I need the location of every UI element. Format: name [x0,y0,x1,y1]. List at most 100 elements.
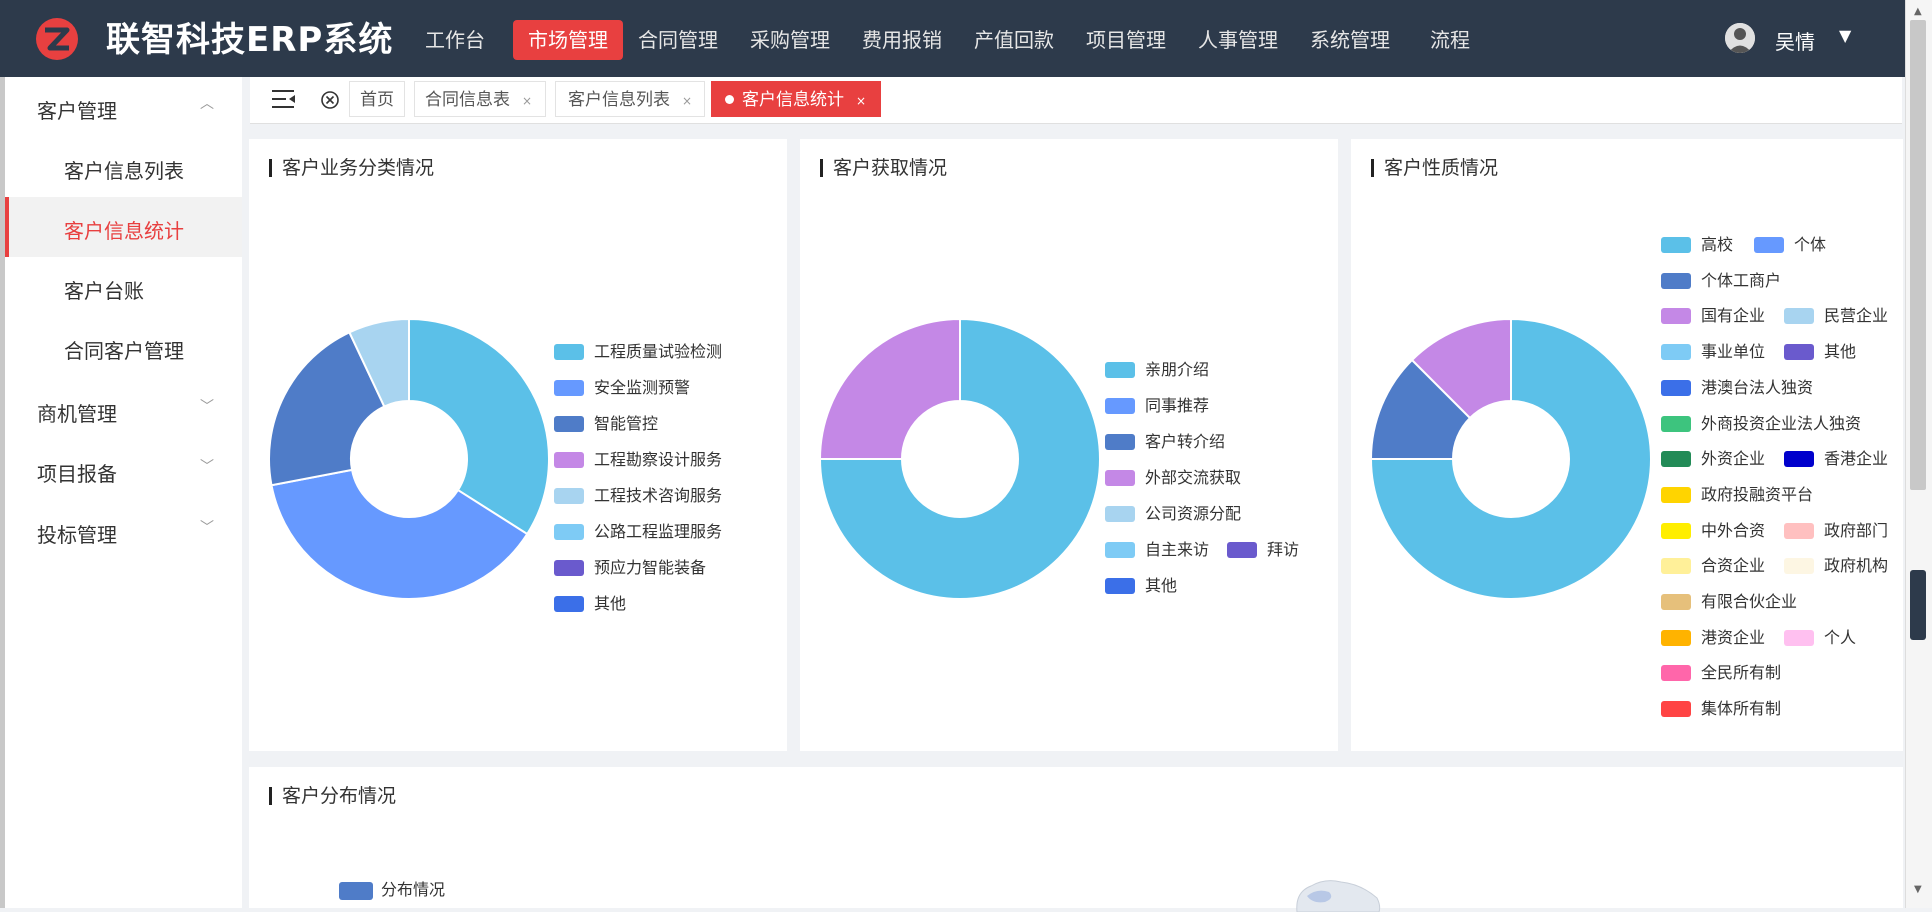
close-all-tabs-icon[interactable] [320,90,340,110]
tab-customer-stats[interactable]: 客户信息统计 × [711,81,881,117]
nav-item-market[interactable]: 市场管理 [513,20,623,60]
pie-slice-0[interactable] [408,319,549,536]
legend-label: 公司资源分配 [1145,504,1242,523]
legend-label: 工程质量试验检测 [594,342,723,361]
sidebar-item-contract-customer[interactable]: 合同客户管理 [5,317,242,377]
nav-item-expense[interactable]: 费用报销 [852,20,952,60]
legend-swatch [1784,629,1814,646]
user-avatar-icon [1725,23,1755,53]
legend-label: 外资企业 [1701,449,1766,469]
sidebar-group-project-report[interactable]: 项目报备 ﹀ [5,440,242,500]
sidebar-item-customer-stats[interactable]: 客户信息统计 [5,197,242,257]
legend-label: 个体工商户 [1701,270,1782,290]
tab-contract-info[interactable]: 合同信息表 × [414,81,546,117]
sidebar-item-label: 客户信息列表 [64,159,184,183]
tab-home[interactable]: 首页 [349,81,405,117]
close-icon[interactable]: × [682,94,692,108]
legend-label: 亲朋介绍 [1145,360,1210,379]
chart-title: 客户性质情况 [1371,159,1498,178]
legend-swatch [1784,522,1814,539]
nav-item-contract[interactable]: 合同管理 [628,20,728,60]
legend-label: 外部交流获取 [1145,468,1242,487]
tab-label: 客户信息列表 [568,90,670,110]
collapse-menu-icon[interactable] [272,89,296,109]
legend-swatch [1661,237,1691,253]
sidebar-item-customer-ledger[interactable]: 客户台账 [5,257,242,317]
nav-item-hr[interactable]: 人事管理 [1188,20,1288,60]
sidebar-group-bidding[interactable]: 投标管理 ﹀ [5,501,242,561]
legend-label: 事业单位 [1701,342,1766,362]
legend-swatch [554,452,584,468]
sidebar-item-customer-list[interactable]: 客户信息列表 [5,137,242,197]
scroll-down-icon[interactable]: ▼ [1914,884,1922,895]
scroll-grip-handle[interactable] [1910,570,1926,640]
nav-item-output[interactable]: 产值回款 [964,20,1064,60]
chart-card-business: 客户业务分类情况 工程质量试验检测 安全监测预警 智能管控 工程勘察设计服务 工程技术咨… [249,139,787,751]
legend-swatch [1105,434,1135,450]
legend-swatch [554,560,584,576]
legend-swatch [1661,379,1691,396]
legend-swatch [1105,470,1135,486]
pie-slice-3[interactable] [820,319,961,460]
legend-swatch [1784,451,1814,468]
app-title: 联智科技ERP系统 [106,20,394,60]
legend-swatch [554,524,584,540]
nav-item-purchase[interactable]: 采购管理 [740,20,840,60]
legend-swatch [1661,486,1691,503]
sidebar-group-label: 项目报备 [37,462,117,486]
legend-label: 政府机构 [1824,556,1889,576]
avatar[interactable] [1725,23,1755,53]
legend-swatch [1105,398,1135,414]
donut-chart-nature [1371,319,1651,599]
legend-label: 其他 [1824,342,1857,362]
sidebar-group-opportunity[interactable]: 商机管理 ﹀ [5,380,242,440]
top-bar: 联智科技ERP系统 工作台 市场管理 合同管理 采购管理 费用报销 产值回款 项… [0,0,1905,77]
scrollbar-thumb[interactable] [1910,20,1926,490]
chevron-down-icon: ﹀ [200,399,214,415]
legend-swatch [1227,542,1257,558]
nav-item-workbench[interactable]: 工作台 [410,20,500,60]
legend-label: 港澳台法人独资 [1701,377,1814,397]
tab-customer-list[interactable]: 客户信息列表 × [555,81,705,117]
legend-label: 集体所有制 [1701,699,1782,719]
legend-swatch [1661,594,1691,610]
legend-label: 港资企业 [1701,627,1766,647]
legend-label: 预应力智能装备 [594,558,707,577]
chart-title: 客户分布情况 [269,787,396,806]
user-name[interactable]: 吴情 [1775,26,1815,55]
nav-item-system[interactable]: 系统管理 [1300,20,1400,60]
donut-chart-business [269,319,549,599]
logo-icon [36,18,78,60]
legend-swatch [1661,558,1691,575]
scroll-up-icon[interactable]: ▲ [1914,6,1922,17]
legend-label: 政府投融资平台 [1701,484,1814,504]
legend-label: 个体 [1794,235,1827,254]
caret-down-icon[interactable]: ▼ [1839,26,1851,45]
page-scrollbar[interactable]: ▲ ▼ [1905,0,1932,908]
legend-label: 中外合资 [1701,520,1766,540]
legend-label: 同事推荐 [1145,396,1210,415]
chart-card-acquisition: 客户获取情况 亲朋介绍 同事推荐 客户转介绍 外部交流获取 公司资源分配 自主来访 拜访 其他 [800,139,1338,751]
tab-label: 首页 [360,90,394,110]
sidebar: 客户管理 ︿ 客户信息列表 客户信息统计 客户台账 合同客户管理 商机管理 ﹀ … [0,77,242,908]
user-menu[interactable]: 吴情 ▼ [1725,20,1857,60]
nav-item-project[interactable]: 项目管理 [1076,20,1176,60]
legend-swatch [1784,344,1814,361]
legend-label: 全民所有制 [1701,663,1782,683]
sidebar-group-customer[interactable]: 客户管理 ︿ [5,77,242,137]
sidebar-group-label: 客户管理 [37,99,117,123]
legend-swatch [1105,506,1135,522]
legend-label: 民营企业 [1824,306,1889,326]
chart-title: 客户获取情况 [820,159,947,178]
legend-swatch [1661,308,1691,325]
close-icon[interactable]: × [856,94,866,108]
tab-label: 客户信息统计 [742,90,844,110]
legend-label: 政府部门 [1824,520,1889,540]
legend-swatch [1661,701,1691,718]
chart-card-distribution: 客户分布情况 分布情况 [249,767,1903,912]
nav-item-flow[interactable]: 流程 [1420,20,1480,60]
close-icon[interactable]: × [522,94,532,108]
chart-title: 客户业务分类情况 [269,159,434,178]
chevron-down-icon: ﹀ [200,459,214,475]
sidebar-item-label: 客户信息统计 [64,219,184,243]
